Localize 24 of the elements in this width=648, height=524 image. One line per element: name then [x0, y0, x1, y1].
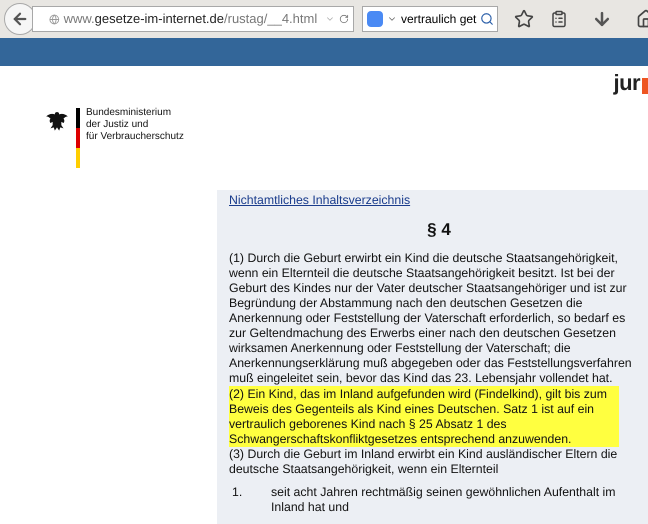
reload-icon[interactable]: [339, 12, 349, 26]
address-bar[interactable]: www.gesetze-im-internet.de/rustag/__4.html: [32, 6, 354, 32]
flag-stripe: [76, 108, 80, 168]
search-icon[interactable]: [480, 12, 494, 26]
download-icon[interactable]: [592, 9, 612, 29]
star-icon[interactable]: [514, 9, 534, 29]
ministry-name: der Justiz und: [86, 119, 150, 131]
paragraph: (3) Durch die Geburt im Inland erwirbt ein Kind ausländischer Eltern die deutsche Staatsangehörigkeit, wenn ein Elternteil: [229, 447, 618, 477]
section-heading: § 4: [426, 222, 452, 237]
list-icon[interactable]: [550, 10, 568, 28]
search-field[interactable]: vertraulich get: [362, 6, 498, 32]
google-icon[interactable]: [367, 11, 383, 27]
paragraph: (1) Durch die Geburt erwirbt ein Kind die deutsche Staatsangehörigkeit, wenn ein Elternteil die deutsche Staatsangehörigkeit besitzt. Ist bei der Geburt des Kindes nur der Vater deutscher Staatsangehöriger und ist zur Begründung der Abstammung nach den deutschen Gesetzen die Anerkennung oder Feststellung der Vaterschaft erforderlich, so bedarf es zur Geltendmachung des Erwerbs einer nach den deutschen Gesetzen wirksamen Anerkennung oder Feststellung der Vaterschaft; die Anerkennungserklärung muß abgegeben oder das Feststellungsverfahren muß eingeleitet sein, bevor das Kind das 23. Lebensjahr vollendet hat.: [229, 251, 633, 386]
globe-icon: [49, 12, 60, 26]
toc-link[interactable]: Nichtamtliches Inhaltsverzeichnis: [229, 193, 648, 208]
paragraph: (2) Ein Kind, das im Inland aufgefunden wird (Findelkind), gilt bis zum Beweis des Gegenteils als Kind eines Deutschen. Satz 1 ist auf ein vertraulich geborenes Kind nach § 25 Absatz 1 des Schwangerschaftskonfliktgesetzes entsprechend anzuwenden.: [229, 386, 619, 447]
ministry-name: Bundesministerium: [86, 107, 172, 119]
ministry-name: für Verbraucherschutz: [86, 131, 184, 143]
list-number: 1.: [231, 485, 244, 501]
url-text: www.gesetze-im-internet.de/rustag/__4.html: [64, 10, 318, 28]
search-value: vertraulich get: [401, 11, 476, 28]
logo-text: jur: [614, 72, 640, 94]
list-text: seit acht Jahren rechtmäßig seinen gewöhnlichen Aufenthalt im Inland hat und: [271, 485, 617, 515]
logo-mark-icon: [642, 78, 648, 94]
